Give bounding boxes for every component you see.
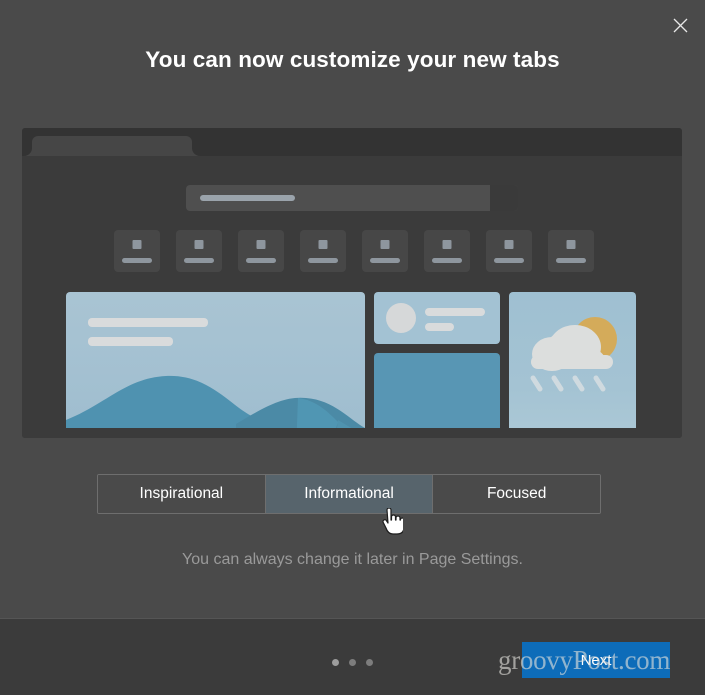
close-button[interactable] [663,9,697,41]
customize-new-tabs-dialog: You can now customize your new tabs Insp… [0,0,705,695]
shortcut-tile [548,230,594,272]
shortcut-tile-icon [442,240,452,249]
tab-corner-right [192,148,200,156]
shortcut-tile [114,230,160,272]
shortcut-tile-label [370,258,400,263]
layout-option-group: Inspirational Informational Focused [97,474,601,514]
preview-search-button [490,185,518,211]
pagination-dot[interactable] [366,659,373,666]
info-title-bar [425,308,485,316]
hero-headline-bar [88,318,208,327]
shortcut-tile-icon [566,240,576,249]
shortcut-tile [424,230,470,272]
preview-search-placeholder [200,195,295,201]
weather-card [509,292,636,438]
shortcut-tile-label [308,258,338,263]
shortcut-tile-icon [504,240,514,249]
shortcut-tile-label [184,258,214,263]
shortcut-tile-icon [256,240,266,249]
pagination-dots [332,659,373,666]
shortcut-tile-label [122,258,152,263]
shortcut-tile [486,230,532,272]
shortcut-tile-icon [318,240,328,249]
shortcut-tile-label [246,258,276,263]
cloud-sun-rain-icon [530,317,617,392]
mountain-illustration [66,375,365,438]
shortcut-tile-icon [132,240,142,249]
tab-corner-left [24,148,32,156]
shortcut-tile-label [556,258,586,263]
layout-option-focused[interactable]: Focused [432,475,600,513]
dialog-title: You can now customize your new tabs [145,47,560,72]
avatar [386,303,416,333]
preview-card-column [374,292,500,438]
shortcut-tile-icon [380,240,390,249]
preview-shortcut-tiles [114,230,594,272]
pagination-dot[interactable] [332,659,339,666]
shortcut-tile [362,230,408,272]
next-button[interactable]: Next [522,642,670,678]
shortcut-tile [176,230,222,272]
content-block-card [374,353,500,438]
hero-subline-bar [88,337,173,346]
shortcut-tile-label [494,258,524,263]
shortcut-tile [238,230,284,272]
pagination-dot[interactable] [349,659,356,666]
new-tab-preview [22,128,682,438]
preview-search-bar [186,185,518,211]
preview-tabstrip [22,128,682,156]
preview-bottom-fade [22,428,682,438]
shortcut-tile [300,230,346,272]
preview-cards [66,292,641,438]
dialog-footer: Next [0,618,705,695]
info-card [374,292,500,344]
helper-text: You can always change it later in Page S… [182,551,523,568]
shortcut-tile-label [432,258,462,263]
shortcut-tile-icon [194,240,204,249]
hero-image-card [66,292,365,438]
layout-option-informational[interactable]: Informational [264,475,433,513]
info-subtitle-bar [425,323,454,331]
close-icon [673,18,688,33]
layout-option-inspirational[interactable]: Inspirational [98,475,265,513]
preview-active-tab [32,136,192,156]
